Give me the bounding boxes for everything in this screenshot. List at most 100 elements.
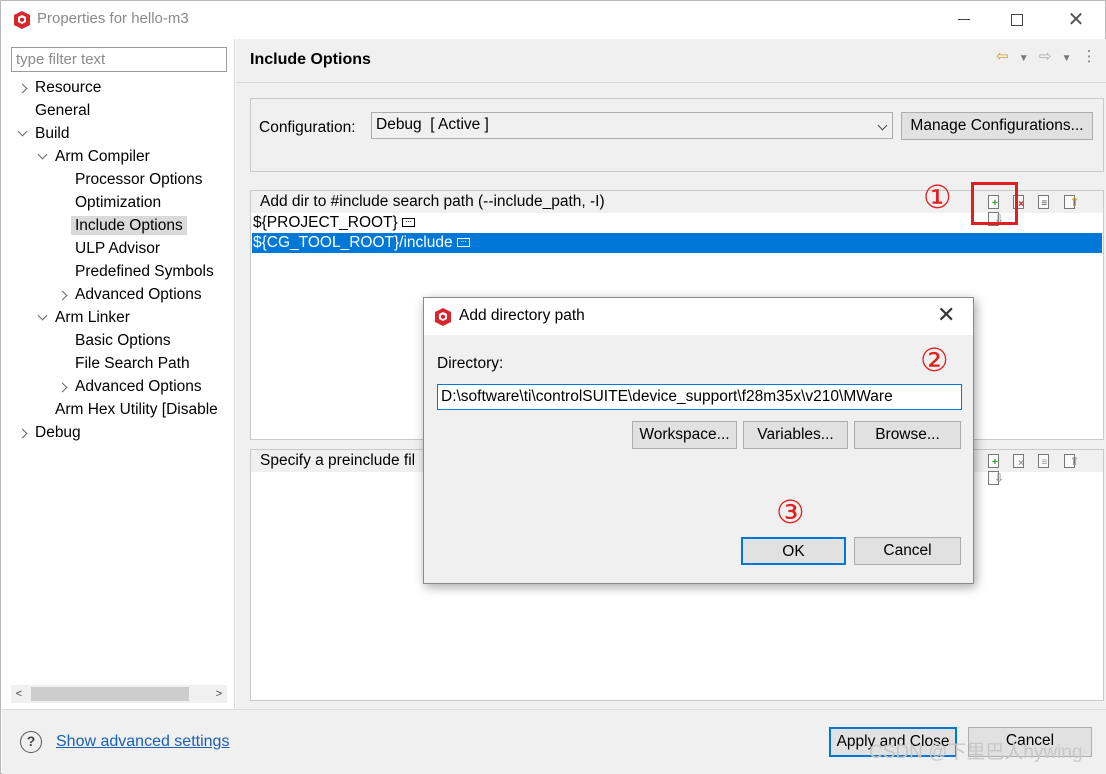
- configuration-select[interactable]: Debug [ Active ]: [371, 112, 893, 139]
- tree-item-label: Optimization: [75, 194, 162, 211]
- scroll-right-icon[interactable]: >: [211, 685, 227, 703]
- title-bar: Properties for hello-m3 ✕: [1, 1, 1105, 39]
- forward-arrow-icon[interactable]: ⇨: [1039, 47, 1052, 65]
- back-arrow-icon[interactable]: ⇦: [996, 47, 1009, 65]
- edit-file-icon[interactable]: ≡: [1036, 453, 1052, 469]
- ok-button[interactable]: OK: [741, 537, 846, 565]
- include-path-title: Add dir to #include search path (--inclu…: [260, 193, 605, 210]
- tree-item-label: Advanced Options: [75, 378, 202, 395]
- page-title: Include Options: [250, 51, 371, 68]
- preinclude-title: Specify a preinclude fil: [260, 452, 416, 469]
- header-divider: [236, 82, 1106, 83]
- page-nav-toolbar: ⇦ ▼ ⇨ ▼ ⋮: [996, 47, 1103, 69]
- move-up-icon[interactable]: ⇧: [1062, 453, 1080, 469]
- list-item[interactable]: ${CG_TOOL_ROOT}/include ···: [252, 233, 1102, 253]
- tree-item-general[interactable]: General: [35, 100, 90, 122]
- workspace-button[interactable]: Workspace...: [632, 421, 737, 449]
- move-up-icon[interactable]: ⇧: [1062, 194, 1080, 210]
- more-dots-icon[interactable]: ···: [456, 237, 470, 248]
- maximize-icon: [1011, 13, 1023, 26]
- close-icon: ✕: [1067, 9, 1085, 31]
- tree-item-label: Arm Linker: [55, 309, 130, 326]
- more-dots-icon[interactable]: ···: [401, 217, 415, 228]
- chevron-right-icon[interactable]: [16, 77, 30, 99]
- tree-item-file-search-path[interactable]: File Search Path: [75, 353, 190, 375]
- tree-item-ulp-advisor[interactable]: ULP Advisor: [75, 238, 160, 260]
- minimize-icon: [958, 19, 970, 21]
- tree-item-optimization[interactable]: Optimization: [75, 192, 161, 214]
- tree-item-label: ULP Advisor: [75, 240, 161, 257]
- chevron-right-icon[interactable]: [56, 376, 70, 398]
- chevron-down-icon[interactable]: ▼: [1062, 53, 1072, 64]
- help-icon[interactable]: ?: [20, 731, 42, 753]
- chevron-down-icon: [877, 120, 888, 131]
- tree-item-label: Arm Hex Utility [Disable: [55, 401, 218, 418]
- manage-configurations-button[interactable]: Manage Configurations...: [901, 112, 1093, 140]
- dialog-title: Add directory path: [459, 307, 585, 324]
- tree-item-linker-advanced-options[interactable]: Advanced Options: [56, 376, 202, 398]
- configuration-label: Configuration:: [259, 119, 356, 136]
- tree-item-compiler-advanced-options[interactable]: Advanced Options: [56, 284, 202, 306]
- navigation-pane: Resource General Build Arm Compiler Proc…: [2, 39, 235, 709]
- chevron-right-icon[interactable]: [56, 284, 70, 306]
- chevron-down-icon[interactable]: [36, 146, 50, 168]
- close-button[interactable]: ✕: [1053, 5, 1099, 35]
- tree-item-label: Predefined Symbols: [75, 263, 214, 280]
- tree-item-label: General: [35, 102, 91, 119]
- tree-item-label: Debug: [35, 424, 81, 441]
- step-3-annotation: ③: [776, 493, 805, 531]
- step-2-annotation: ②: [920, 341, 949, 379]
- add-file-icon[interactable]: +: [986, 453, 1002, 469]
- tree-item-label: Processor Options: [75, 171, 203, 188]
- directory-label: Directory:: [437, 355, 504, 372]
- chevron-down-icon[interactable]: ▼: [1019, 53, 1029, 64]
- horizontal-scrollbar[interactable]: < >: [11, 685, 227, 703]
- ccs-app-icon: [435, 308, 451, 326]
- highlight-box: [971, 182, 1018, 225]
- directory-input[interactable]: [437, 384, 962, 410]
- properties-window: Properties for hello-m3 ✕ Resource Gener…: [0, 0, 1106, 774]
- preinclude-toolbar: + × ≡ ⇧ ⇩: [986, 453, 1103, 485]
- dialog-cancel-button[interactable]: Cancel: [854, 537, 961, 565]
- tree-item-build[interactable]: Build: [16, 123, 69, 145]
- delete-file-icon[interactable]: ×: [1011, 453, 1027, 469]
- maximize-button[interactable]: [994, 5, 1040, 35]
- tree-item-basic-options[interactable]: Basic Options: [75, 330, 171, 352]
- chevron-down-icon[interactable]: [36, 307, 50, 329]
- tree-item-label: Advanced Options: [75, 286, 202, 303]
- move-down-icon[interactable]: ⇩: [986, 470, 1004, 486]
- tree-item-arm-hex-utility[interactable]: Arm Hex Utility [Disable: [55, 399, 233, 421]
- include-path-text: ${CG_TOOL_ROOT}/include: [253, 234, 453, 251]
- window-title: Properties for hello-m3: [37, 10, 189, 27]
- tree-item-label: Include Options: [71, 216, 187, 235]
- tree-item-debug[interactable]: Debug: [16, 422, 81, 444]
- watermark: CSDN @下里巴人hywing: [869, 742, 1083, 763]
- tree-item-arm-linker[interactable]: Arm Linker: [36, 307, 130, 329]
- tree-item-processor-options[interactable]: Processor Options: [75, 169, 203, 191]
- variables-button[interactable]: Variables...: [743, 421, 848, 449]
- dialog-title-bar: Add directory path ✕: [424, 298, 973, 335]
- more-menu-icon[interactable]: ⋮: [1082, 47, 1097, 65]
- tree-item-resource[interactable]: Resource: [16, 77, 101, 99]
- ccs-app-icon: [14, 11, 30, 29]
- include-path-text: ${PROJECT_ROOT}: [253, 214, 398, 231]
- add-directory-dialog: Add directory path ✕ Directory: ② Worksp…: [423, 297, 974, 584]
- edit-path-icon[interactable]: ≡: [1036, 194, 1052, 210]
- scroll-left-icon[interactable]: <: [11, 685, 27, 703]
- scrollbar-thumb[interactable]: [31, 687, 189, 701]
- configuration-value: Debug [ Active ]: [376, 116, 489, 133]
- tree-item-label: File Search Path: [75, 355, 190, 372]
- chevron-right-icon[interactable]: [16, 422, 30, 444]
- tree-item-predefined-symbols[interactable]: Predefined Symbols: [75, 261, 214, 283]
- minimize-button[interactable]: [941, 5, 987, 35]
- tree-item-arm-compiler[interactable]: Arm Compiler: [36, 146, 150, 168]
- close-icon[interactable]: ✕: [937, 302, 955, 328]
- filter-input[interactable]: [11, 47, 227, 72]
- tree-item-include-options[interactable]: Include Options: [71, 215, 187, 237]
- browse-button[interactable]: Browse...: [854, 421, 961, 449]
- show-advanced-settings-link[interactable]: Show advanced settings: [56, 733, 229, 751]
- tree-item-label: Resource: [35, 79, 102, 96]
- configuration-group: Configuration: Debug [ Active ] Manage C…: [250, 98, 1104, 172]
- tree-item-label: Arm Compiler: [55, 148, 150, 165]
- chevron-down-icon[interactable]: [16, 123, 30, 145]
